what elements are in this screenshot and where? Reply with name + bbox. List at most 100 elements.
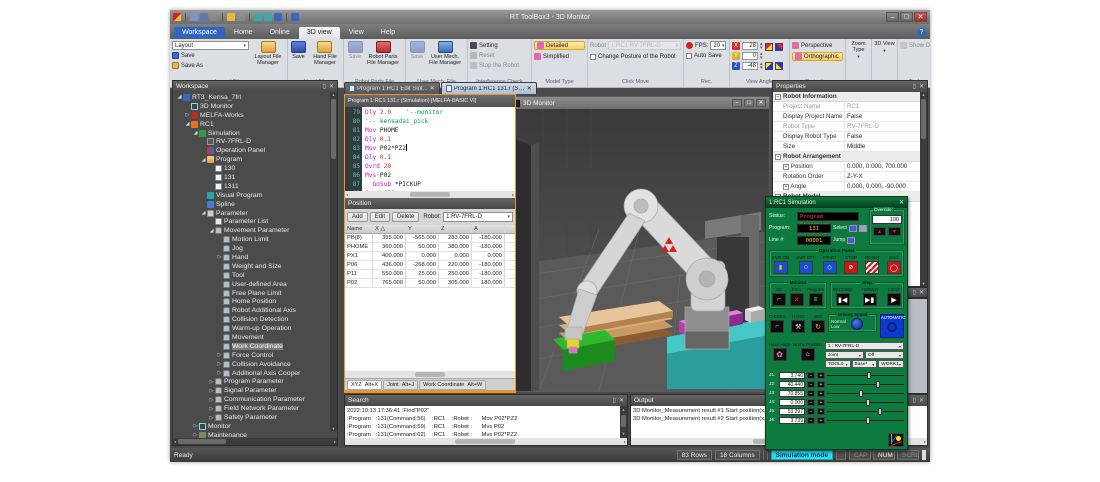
- position-row-phome[interactable]: PHOME360.00050.000380.000-180.000: [345, 243, 515, 252]
- start-button[interactable]: START ◇: [823, 255, 837, 274]
- pin-icon[interactable]: ▯: [913, 397, 916, 404]
- collapse-icon[interactable]: ◢: [184, 121, 191, 127]
- simulator-icon[interactable]: [264, 13, 272, 21]
- online-icon[interactable]: [254, 13, 262, 21]
- pin-icon[interactable]: ▯: [323, 83, 326, 90]
- jog-slider[interactable]: [827, 408, 904, 415]
- user-mech-file-manager-button[interactable]: User Mech. File Manager: [428, 41, 462, 78]
- tree-item-weight-and-size[interactable]: Weight and Size: [173, 262, 337, 271]
- close-icon[interactable]: ✕: [919, 83, 924, 90]
- jog-plus-button[interactable]: +: [817, 417, 825, 425]
- menu-tab-workspace[interactable]: Workspace: [174, 27, 225, 38]
- layout-combo[interactable]: Layout▾: [172, 41, 249, 50]
- stop-button[interactable]: STOP ⊘: [844, 255, 858, 274]
- show-distance-button[interactable]: Show Distance: [900, 41, 930, 50]
- collapse-icon[interactable]: ◢: [200, 157, 207, 163]
- fps-combo[interactable]: 20▾: [710, 41, 726, 50]
- hand-save-button[interactable]: Save: [290, 41, 307, 78]
- line-jump-icon[interactable]: [847, 237, 855, 244]
- property-row-size[interactable]: Size Middle: [773, 142, 927, 152]
- 3d-view-button[interactable]: 3D View▾: [874, 41, 895, 78]
- interference-setting-button[interactable]: Setting: [470, 41, 529, 50]
- expand-icon[interactable]: ▷: [208, 388, 215, 394]
- tool-combo[interactable]: TOOL0▾: [825, 360, 851, 368]
- property-row-project-name[interactable]: Project Name RC1: [773, 102, 927, 112]
- monitor-icon[interactable]: [274, 13, 282, 21]
- tree-item-collision-avoidance[interactable]: ▷ Collision Avoidance: [173, 360, 337, 369]
- expand-icon[interactable]: ▷: [208, 379, 215, 385]
- expand-icon[interactable]: ▷: [216, 361, 223, 367]
- expand-icon[interactable]: ▷: [192, 432, 199, 438]
- tree-item-131[interactable]: 131: [173, 173, 337, 182]
- layout-save-button[interactable]: Save: [172, 51, 249, 60]
- hand-align-button[interactable]: Hand Align ✿: [769, 342, 790, 361]
- jog-plus-button[interactable]: +: [817, 381, 825, 389]
- view-preset-button[interactable]: [765, 62, 773, 70]
- save-all-icon[interactable]: [200, 13, 208, 21]
- hand-button[interactable]: HAND ⚒: [791, 314, 805, 333]
- interference-reset-button[interactable]: Reset: [470, 51, 529, 60]
- collapse-icon[interactable]: −: [775, 154, 781, 160]
- zoom-type-button[interactable]: Zoom Type▾: [848, 41, 869, 78]
- jog-minus-button[interactable]: −: [807, 381, 815, 389]
- collapse-icon[interactable]: ◢: [200, 210, 207, 216]
- program-select-icon[interactable]: [849, 225, 857, 232]
- tree-item-maintenance[interactable]: ▷ Maintenance: [173, 431, 337, 438]
- undo-icon[interactable]: [210, 13, 218, 21]
- view-angle-z-input[interactable]: -48: [742, 62, 758, 70]
- tree-item-additional-axis-cooper[interactable]: ▷ Additional Axis Cooper: [173, 369, 337, 378]
- user-mech-save-button[interactable]: Save: [408, 41, 426, 78]
- automatic-button[interactable]: AUTOMATIC: [880, 314, 904, 338]
- code-editor[interactable]: 79808182838485868788899091929394 Dly 2.0…: [345, 107, 515, 191]
- position-row-p02[interactable]: P02765.00050.000305.000180.000: [345, 279, 515, 288]
- tree-item-parameter[interactable]: ◢ Parameter: [173, 209, 337, 218]
- tree-item-parameter-list[interactable]: Parameter List: [173, 217, 337, 226]
- position-row-p06[interactable]: P06436.000-268.000220.000-180.000: [345, 261, 515, 270]
- view-preset-button[interactable]: [775, 43, 783, 51]
- position-table-header[interactable]: NameX △YZA: [345, 225, 515, 234]
- maximize-button[interactable]: □: [900, 12, 913, 22]
- tree-item-safety-parameter[interactable]: ▷ Safety Parameter: [173, 413, 337, 422]
- view-angle-x-input[interactable]: 28: [742, 42, 758, 50]
- jog-minus-button[interactable]: −: [807, 417, 815, 425]
- robot-parts-save-button[interactable]: Save: [346, 41, 364, 78]
- close-icon[interactable]: ✕: [919, 289, 924, 296]
- svo-on-button[interactable]: SVO ON ▮: [772, 255, 789, 274]
- d-exec-button[interactable]: D-EXEC ⌐: [769, 314, 786, 333]
- collapse-icon[interactable]: ◢: [176, 94, 183, 100]
- tree-horizontal-scrollbar[interactable]: ◂▸: [173, 438, 337, 445]
- tree-item-robot-additional-axis[interactable]: Robot Additional Axis: [173, 306, 337, 315]
- tree-item-work-coordinate[interactable]: Work Coordinate: [173, 342, 337, 351]
- tree-item-rc1[interactable]: ◢ RC1: [173, 120, 337, 129]
- tree-item-spline[interactable]: Spline: [173, 200, 337, 209]
- menu-tab-help[interactable]: Help: [373, 27, 403, 39]
- tree-item-3d-monitor[interactable]: 3D Monitor: [173, 102, 337, 111]
- editor-horizontal-scrollbar[interactable]: ◂▸: [345, 191, 515, 198]
- customize-icon[interactable]: [291, 13, 299, 21]
- override-down-button[interactable]: ▼: [888, 227, 901, 236]
- base-combo[interactable]: Base*▾: [852, 360, 878, 368]
- model-detailed-button[interactable]: Detailed: [534, 41, 585, 50]
- maximize-button[interactable]: □: [744, 99, 754, 107]
- program-list-icon[interactable]: [859, 225, 867, 232]
- jog-plus-button[interactable]: +: [817, 390, 825, 398]
- position-row-px1[interactable]: PX1400.0000.0000.0000.000: [345, 252, 515, 261]
- tree-item-user-defined-area[interactable]: User-defined Area: [173, 280, 337, 289]
- 3d-button[interactable]: 3D ⌐: [772, 287, 786, 306]
- minimize-button[interactable]: –: [732, 99, 742, 107]
- tree-item-operation-panel[interactable]: Operation Panel: [173, 146, 337, 155]
- expand-icon[interactable]: ▷: [216, 254, 223, 260]
- close-icon[interactable]: ✕: [329, 83, 334, 90]
- search-horizontal-scrollbar[interactable]: ▸: [345, 438, 627, 445]
- backwd-button[interactable]: BACKWD ▮◀: [833, 287, 852, 306]
- tree-item-program-parameter[interactable]: ▷ Program Parameter: [173, 378, 337, 387]
- tree-item-130[interactable]: 130: [173, 164, 337, 173]
- forwd-button[interactable]: FORWD ▶▮: [861, 287, 878, 306]
- position-add-button[interactable]: Add: [347, 212, 368, 222]
- tree-item-free-plane-limit[interactable]: Free Plane Limit: [173, 289, 337, 298]
- change-posture-checkbox[interactable]: Change Posture of the Robot: [590, 52, 681, 61]
- position-tab-xyz[interactable]: XYZ Alt+X: [347, 380, 382, 390]
- jog-minus-button[interactable]: −: [807, 390, 815, 398]
- close-button[interactable]: ✕: [914, 12, 927, 22]
- tree-item-simulation[interactable]: ◢ Simulation: [173, 129, 337, 138]
